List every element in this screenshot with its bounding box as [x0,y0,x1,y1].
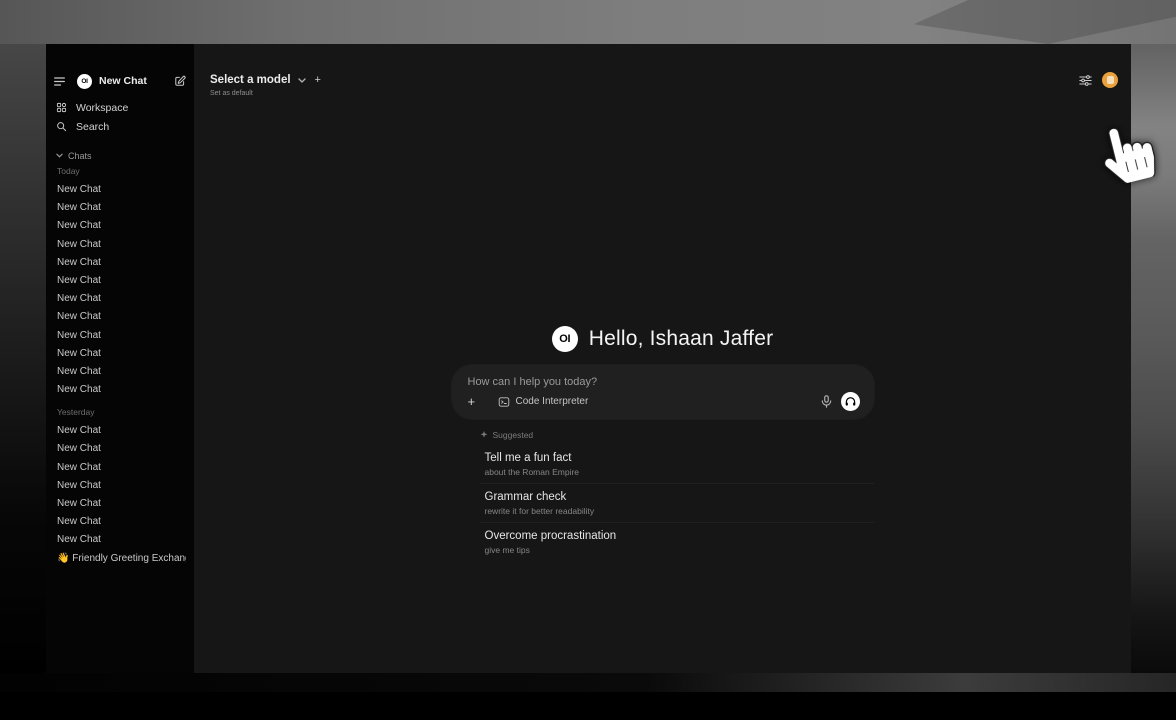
suggested-prompt-title: Tell me a fun fact [485,452,874,464]
chat-list-item[interactable]: New Chat [54,422,186,440]
chat-list-item[interactable]: New Chat [54,513,186,531]
voice-call-button[interactable] [841,392,860,411]
brand-logo: OI [77,74,92,89]
model-selector-block: Select a model + Set as default [210,74,321,97]
app-window: OI New Chat Workspace Search Chats Today… [46,44,1131,673]
sidebar-title: New Chat [99,75,174,87]
suggested-prompt-subtitle: rewrite it for better readability [485,506,874,516]
chat-list-item[interactable]: New Chat [54,477,186,495]
chats-section-header[interactable]: Chats [54,149,186,162]
main-area: Select a model + Set as default OI Hello… [194,44,1131,673]
chat-list-item[interactable]: New Chat [54,308,186,326]
suggested-prompt-title: Overcome procrastination [485,530,874,542]
chat-input[interactable]: How can I help you today? [468,376,860,388]
code-interpreter-toggle[interactable]: Code Interpreter [498,396,589,408]
sparkle-icon [480,431,488,439]
home-center-column: OI Hello, Ishaan Jaffer How can I help y… [452,326,874,561]
model-selector-label: Select a model [210,74,291,86]
greeting-row: OI Hello, Ishaan Jaffer [452,326,874,352]
chat-list-item[interactable]: New Chat [54,363,186,381]
sidebar-header: OI New Chat [54,72,186,90]
chat-list-item[interactable]: New Chat [54,199,186,217]
desktop-background-left [0,44,46,673]
suggested-list: Tell me a fun fact about the Roman Empire… [480,445,874,561]
chevron-down-icon [298,78,306,83]
sidebar: OI New Chat Workspace Search Chats Today… [46,44,194,673]
sidebar-toggle-icon[interactable] [54,77,65,86]
suggested-section: Suggested Tell me a fun fact about the Ro… [452,428,874,561]
controls-sliders-icon[interactable] [1079,75,1092,86]
greeting-text: Hello, Ishaan Jaffer [589,327,774,351]
user-avatar[interactable] [1102,72,1118,88]
brand-logo: OI [552,326,578,352]
brand-logo-text: OI [559,333,570,345]
chat-input-toolbar: + Code Interpreter [468,392,860,411]
chevron-down-icon [56,153,63,158]
chat-groups: TodayNew ChatNew ChatNew ChatNew ChatNew… [54,166,186,568]
chat-list-item[interactable]: New Chat [54,495,186,513]
attach-plus-button[interactable]: + [468,394,484,409]
chat-list-item[interactable]: New Chat [54,440,186,458]
desktop-background-bottom-band [0,692,1176,720]
chat-group-label: Today [57,166,186,177]
suggested-prompt-title: Grammar check [485,491,874,503]
headphones-icon [845,396,856,407]
chat-list-item[interactable]: New Chat [54,272,186,290]
model-selector[interactable]: Select a model + [210,74,321,86]
workspace-grid-icon [56,102,67,113]
suggested-prompt-subtitle: about the Roman Empire [485,467,874,477]
microphone-icon[interactable] [821,395,832,408]
code-interpreter-label: Code Interpreter [516,396,589,407]
sidebar-item-label: Search [76,121,109,133]
set-as-default-button[interactable]: Set as default [210,90,321,97]
desktop-background-top [0,0,1176,44]
brand-logo-text: OI [81,78,87,85]
toolbar-right [821,392,860,411]
sidebar-item-label: Workspace [76,102,128,114]
chat-list-item[interactable]: New Chat [54,254,186,272]
desktop-background-bottom [0,673,1176,692]
suggested-label: Suggested [493,430,534,440]
new-chat-icon[interactable] [174,75,186,87]
chat-list-item[interactable]: New Chat [54,181,186,199]
chats-section-label: Chats [68,151,92,161]
suggested-prompt-subtitle: give me tips [485,545,874,555]
chat-list-item[interactable]: New Chat [54,236,186,254]
chat-list-item[interactable]: New Chat [54,345,186,363]
chat-list-item[interactable]: New Chat [54,327,186,345]
search-icon [56,121,67,132]
chat-list-item[interactable]: New Chat [54,217,186,235]
add-model-button[interactable]: + [315,74,321,86]
main-header: Select a model + Set as default [194,44,1131,120]
sidebar-item-search[interactable]: Search [54,117,186,136]
chat-list-item[interactable]: New Chat [54,381,186,399]
suggested-prompt[interactable]: Grammar check rewrite it for better reada… [480,483,874,522]
chat-list-item[interactable]: New Chat [54,531,186,549]
chat-list-item[interactable]: New Chat [54,290,186,308]
chat-list-item[interactable]: 👋 Friendly Greeting Exchange [54,550,186,568]
sidebar-nav: Workspace Search [54,98,186,136]
suggested-header: Suggested [480,428,874,441]
code-interpreter-icon [498,396,510,408]
sidebar-item-workspace[interactable]: Workspace [54,98,186,117]
chat-list-item[interactable]: New Chat [54,459,186,477]
suggested-prompt[interactable]: Tell me a fun fact about the Roman Empire [480,445,874,483]
header-right [1079,72,1118,88]
chat-group-label: Yesterday [57,407,186,418]
suggested-prompt[interactable]: Overcome procrastination give me tips [480,522,874,561]
chat-input-card[interactable]: How can I help you today? + Code Interpr… [452,365,874,419]
